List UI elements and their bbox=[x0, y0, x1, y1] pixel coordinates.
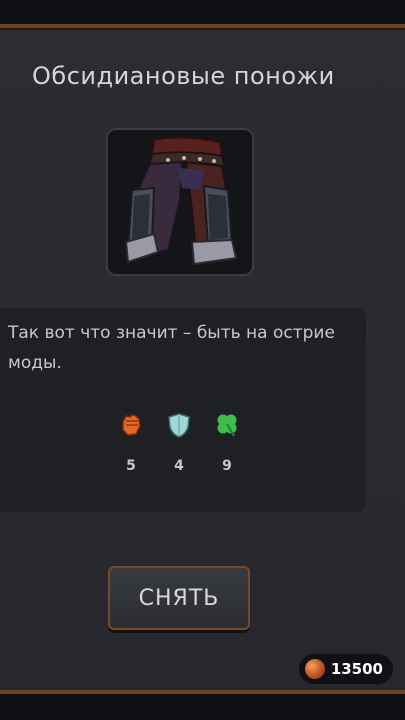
obsidian-greaves-icon bbox=[124, 136, 238, 266]
item-icon-frame bbox=[106, 128, 254, 276]
currency-amount: 13500 bbox=[330, 660, 383, 678]
item-description: Так вот что значит – быть на острие моды… bbox=[8, 323, 335, 373]
stat-luck-value: 9 bbox=[222, 458, 232, 474]
stat-luck: 9 bbox=[212, 410, 242, 474]
fist-icon bbox=[116, 410, 146, 440]
unequip-button[interactable]: СНЯТЬ bbox=[108, 566, 250, 630]
clover-icon bbox=[212, 410, 242, 440]
stat-defense: 4 bbox=[164, 410, 194, 474]
copper-coin-icon bbox=[304, 659, 325, 679]
currency-display: 13500 bbox=[298, 654, 393, 684]
bottom-frame bbox=[0, 690, 405, 720]
shield-icon bbox=[164, 410, 194, 440]
item-title: Обсидиановые поножи bbox=[32, 62, 335, 90]
stat-defense-value: 4 bbox=[174, 458, 184, 474]
stat-attack: 5 bbox=[116, 410, 146, 474]
stat-attack-value: 5 bbox=[126, 458, 136, 474]
top-frame bbox=[0, 0, 405, 28]
